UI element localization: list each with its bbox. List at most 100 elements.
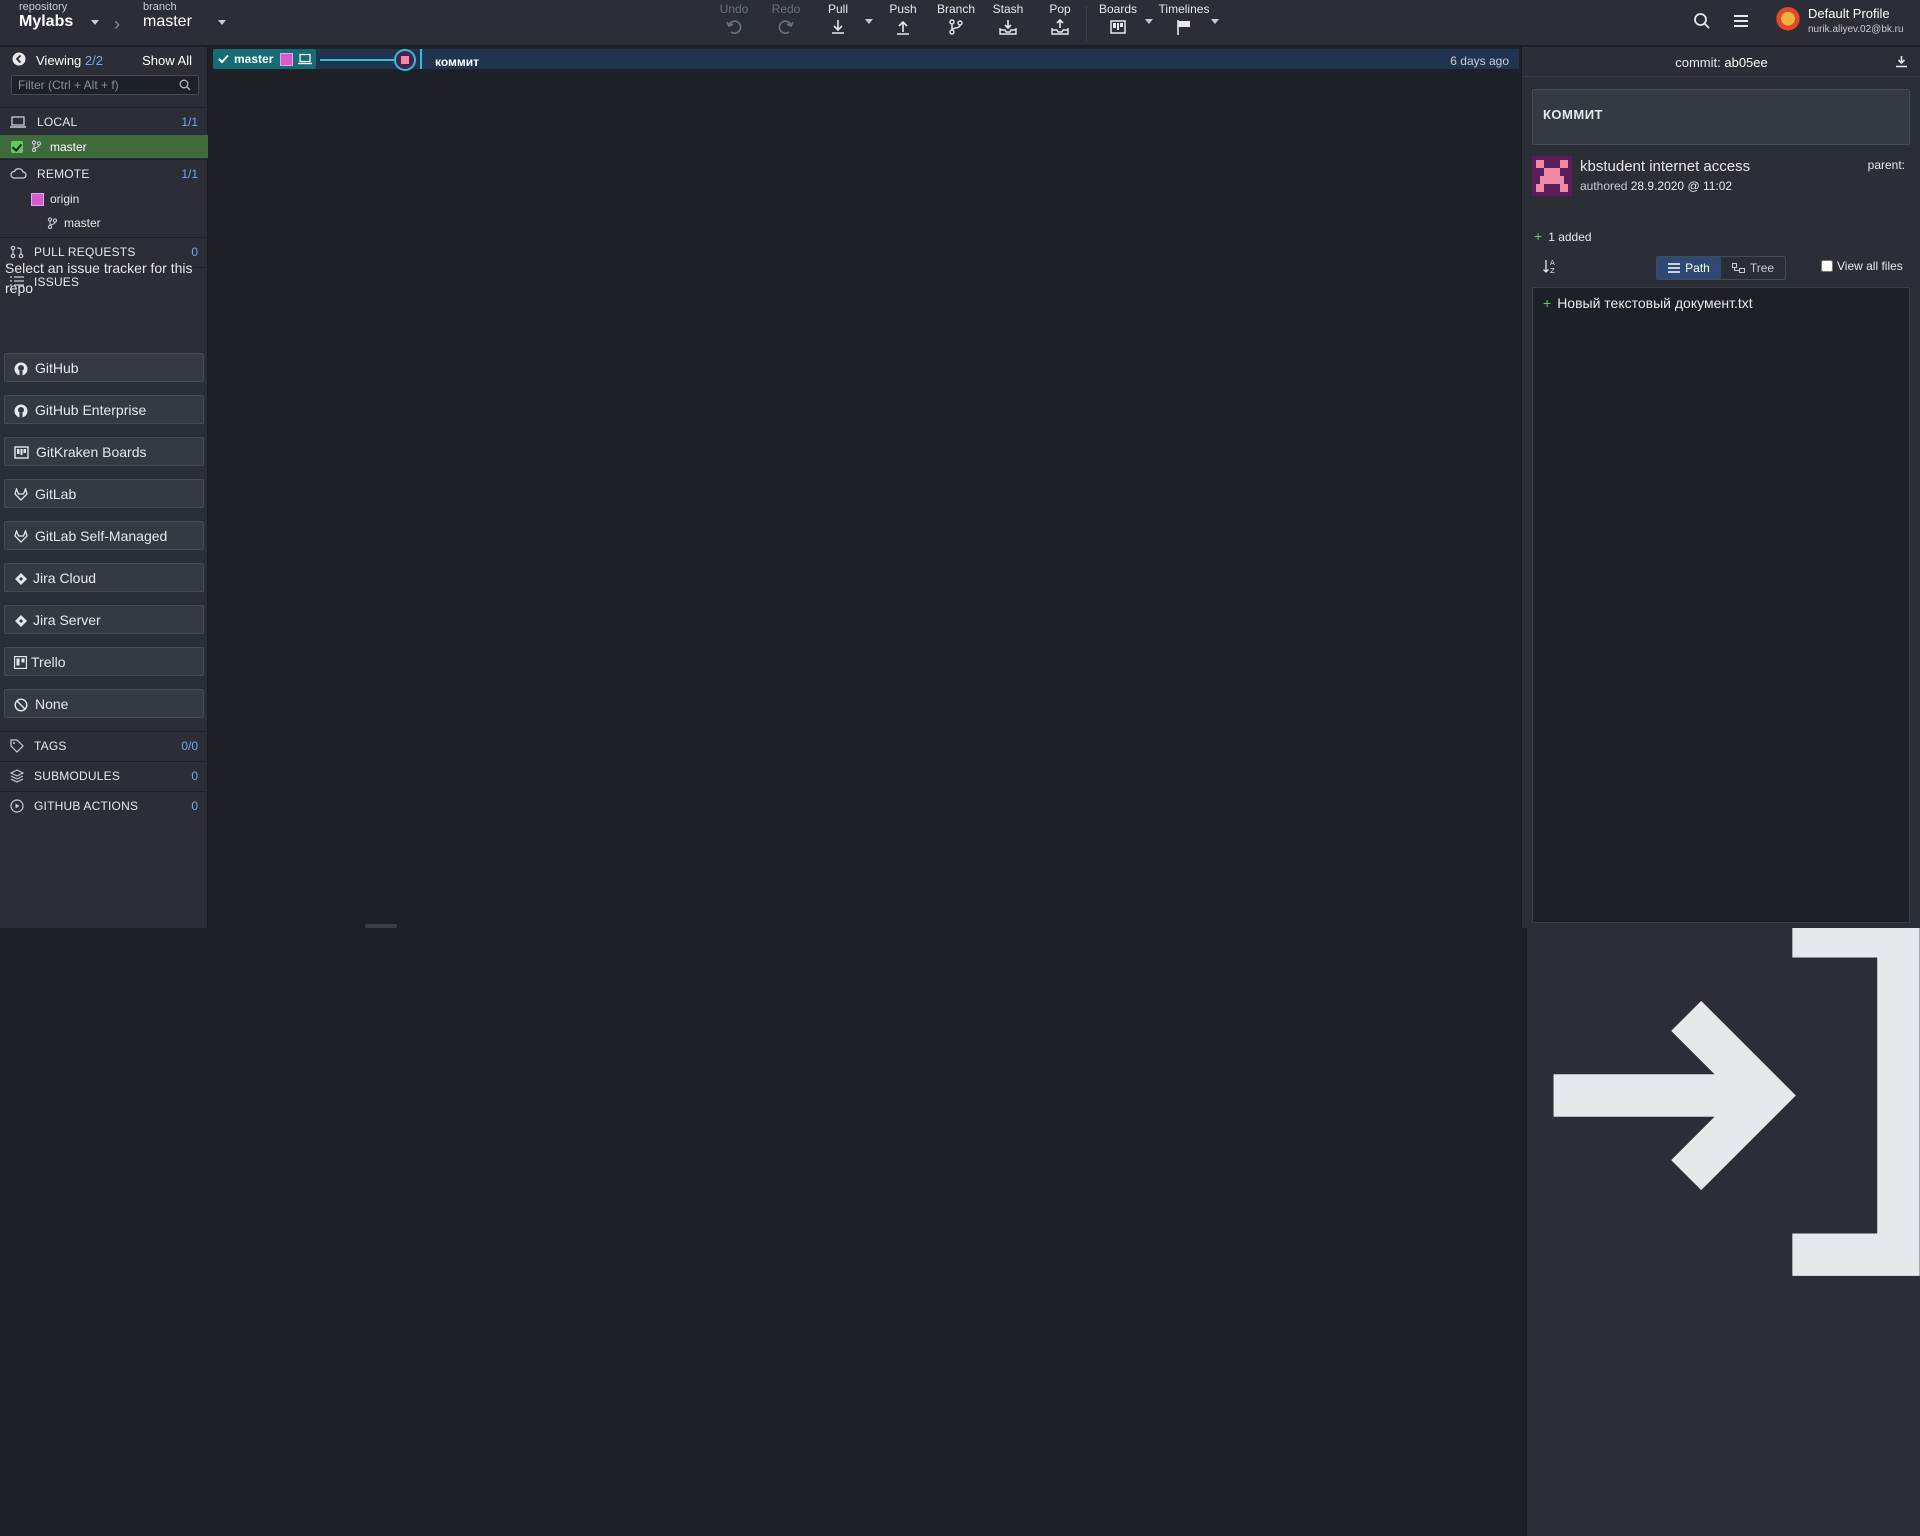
branch-selector[interactable]: branch master <box>143 0 226 31</box>
avatar-pixel <box>1560 160 1568 168</box>
tracker-none[interactable]: None <box>4 689 204 718</box>
stash-label: Stash <box>992 2 1024 16</box>
redo-label: Redo <box>771 2 801 16</box>
svg-text:Z: Z <box>1550 267 1555 274</box>
author-name: kbstudent internet access <box>1580 158 1751 175</box>
remote-count: 1/1 <box>181 167 198 181</box>
tracker-jira-server[interactable]: Jira Server <box>4 605 1920 1494</box>
view-all-files-toggle[interactable]: View all files <box>1821 259 1903 273</box>
horizontal-scrollbar-handle[interactable] <box>365 924 397 928</box>
added-summary: +1 added <box>1534 228 1592 244</box>
branch-icon <box>949 19 963 35</box>
commit-message-box[interactable]: КОММИТ <box>1532 89 1910 145</box>
path-view-button[interactable]: Path <box>1657 257 1721 279</box>
tree-icon <box>1731 262 1745 273</box>
authored-line: authored 28.9.2020 @ 11:02 <box>1580 179 1732 193</box>
avatar-pixel <box>1536 160 1544 168</box>
branch-button[interactable]: Branch <box>936 0 976 46</box>
commit-node-avatar[interactable] <box>394 49 416 71</box>
local-section-header[interactable]: LOCAL 1/1 <box>0 107 208 135</box>
commit-message: коммит <box>435 55 480 69</box>
branch-tag-master[interactable]: master <box>213 49 316 69</box>
stash-button[interactable]: Stash <box>990 0 1026 46</box>
pull-request-icon <box>10 245 24 259</box>
timelines-button[interactable]: Timelines <box>1158 0 1210 46</box>
top-toolbar: repository Mylabs › branch master Undo R… <box>0 0 1920 46</box>
show-all-button[interactable]: Show All <box>142 53 192 68</box>
sort-alpha-icon[interactable]: AZ <box>1542 258 1558 274</box>
timelines-flag-icon <box>1177 20 1190 35</box>
boards-icon <box>1110 20 1126 34</box>
commit-header: commit: ab05ee <box>1522 47 1920 77</box>
remote-section-header[interactable]: REMOTE 1/1 <box>0 159 208 187</box>
checked-out-checkbox-icon <box>11 141 23 153</box>
avatar-pixel <box>1560 184 1568 192</box>
local-count: 1/1 <box>181 115 198 129</box>
commit-graph: коммит 6 days ago master <box>209 47 1520 928</box>
branch-dropdown-icon[interactable] <box>217 20 226 26</box>
pull-button[interactable]: Pull <box>822 0 854 46</box>
tracker-trello[interactable]: Trello <box>4 647 1920 1536</box>
tracker-name: GitLab Self-Managed <box>35 528 168 544</box>
pull-requests-count: 0 <box>191 245 198 259</box>
remote-origin[interactable]: origin <box>0 188 208 210</box>
gitlab-icon <box>14 488 28 501</box>
graph-connector-line <box>320 59 397 61</box>
profile-avatar <box>1775 7 1801 33</box>
push-icon <box>897 20 909 35</box>
back-circle-icon[interactable] <box>12 52 26 66</box>
commit-summary: КОММИТ <box>1543 107 1603 122</box>
tracker-gitkraken-boards[interactable]: GitKraken Boards <box>4 437 1920 1326</box>
repository-name[interactable]: Mylabs <box>19 13 73 30</box>
tags-section-header[interactable]: TAGS 0/0 <box>0 731 208 759</box>
layers-icon <box>10 769 24 783</box>
submodules-section-header[interactable]: SUBMODULES 0 <box>0 761 208 789</box>
search-icon[interactable] <box>1693 12 1711 30</box>
repository-dropdown-icon[interactable] <box>90 20 99 26</box>
push-label: Push <box>889 2 917 16</box>
timelines-dropdown-icon[interactable] <box>1211 19 1219 24</box>
repository-selector[interactable]: repository Mylabs <box>19 0 99 46</box>
file-name: Новый текстовый документ.txt <box>1557 295 1753 311</box>
branch-icon <box>47 217 58 229</box>
tree-view-button[interactable]: Tree <box>1721 257 1785 279</box>
commit-details-panel: commit: ab05ee КОММИТ kbstudent internet… <box>1521 47 1920 928</box>
file-row[interactable]: + Новый текстовый документ.txt <box>1543 295 1753 311</box>
changed-files-list: + Новый текстовый документ.txt <box>1532 287 1910 923</box>
profile-email: nurik.aliyev.02@bk.ru <box>1808 24 1904 35</box>
remote-branch-master[interactable]: master <box>0 212 208 234</box>
path-view-label: Path <box>1685 261 1710 275</box>
remote-origin-name: origin <box>50 192 80 206</box>
tracker-github-enterprise[interactable]: GitHub Enterprise <box>4 395 1920 1284</box>
view-all-files-label: View all files <box>1837 259 1903 273</box>
boards-label: Boards <box>1098 2 1138 16</box>
pop-button[interactable]: Pop <box>1042 0 1078 46</box>
tree-view-label: Tree <box>1749 261 1775 275</box>
viewing-label: Viewing <box>36 53 82 68</box>
svg-text:A: A <box>1550 259 1555 267</box>
push-button[interactable]: Push <box>887 0 919 46</box>
undo-button[interactable]: Undo <box>718 0 750 46</box>
redo-button[interactable]: Redo <box>770 0 802 46</box>
tracker-jira-cloud[interactable]: Jira Cloud <box>4 563 1920 1452</box>
local-label: LOCAL <box>37 115 78 129</box>
pop-label: Pop <box>1049 2 1071 16</box>
view-all-files-checkbox[interactable] <box>1821 260 1833 272</box>
tracker-gitlab-self-managed[interactable]: GitLab Self-Managed <box>4 521 1920 1410</box>
tracker-gitlab[interactable]: GitLab <box>4 479 1920 1368</box>
pull-options-dropdown-icon[interactable] <box>865 19 873 24</box>
filter-input[interactable] <box>11 75 199 95</box>
tracker-name: None <box>35 696 69 712</box>
commit-sha[interactable]: ab05ee <box>1724 55 1767 70</box>
github-actions-section-header[interactable]: GITHUB ACTIONS 0 <box>0 791 208 819</box>
tracker-github[interactable]: GitHub <box>4 353 1920 1242</box>
local-branch-master[interactable]: master <box>0 135 208 158</box>
branch-name[interactable]: master <box>143 13 192 30</box>
author-avatar <box>1532 156 1572 196</box>
download-icon[interactable] <box>1895 55 1908 68</box>
boards-button[interactable]: Boards <box>1096 0 1140 46</box>
trello-icon <box>14 656 27 669</box>
redo-icon <box>778 20 794 34</box>
menu-icon[interactable] <box>1732 12 1750 30</box>
boards-dropdown-icon[interactable] <box>1145 19 1153 24</box>
